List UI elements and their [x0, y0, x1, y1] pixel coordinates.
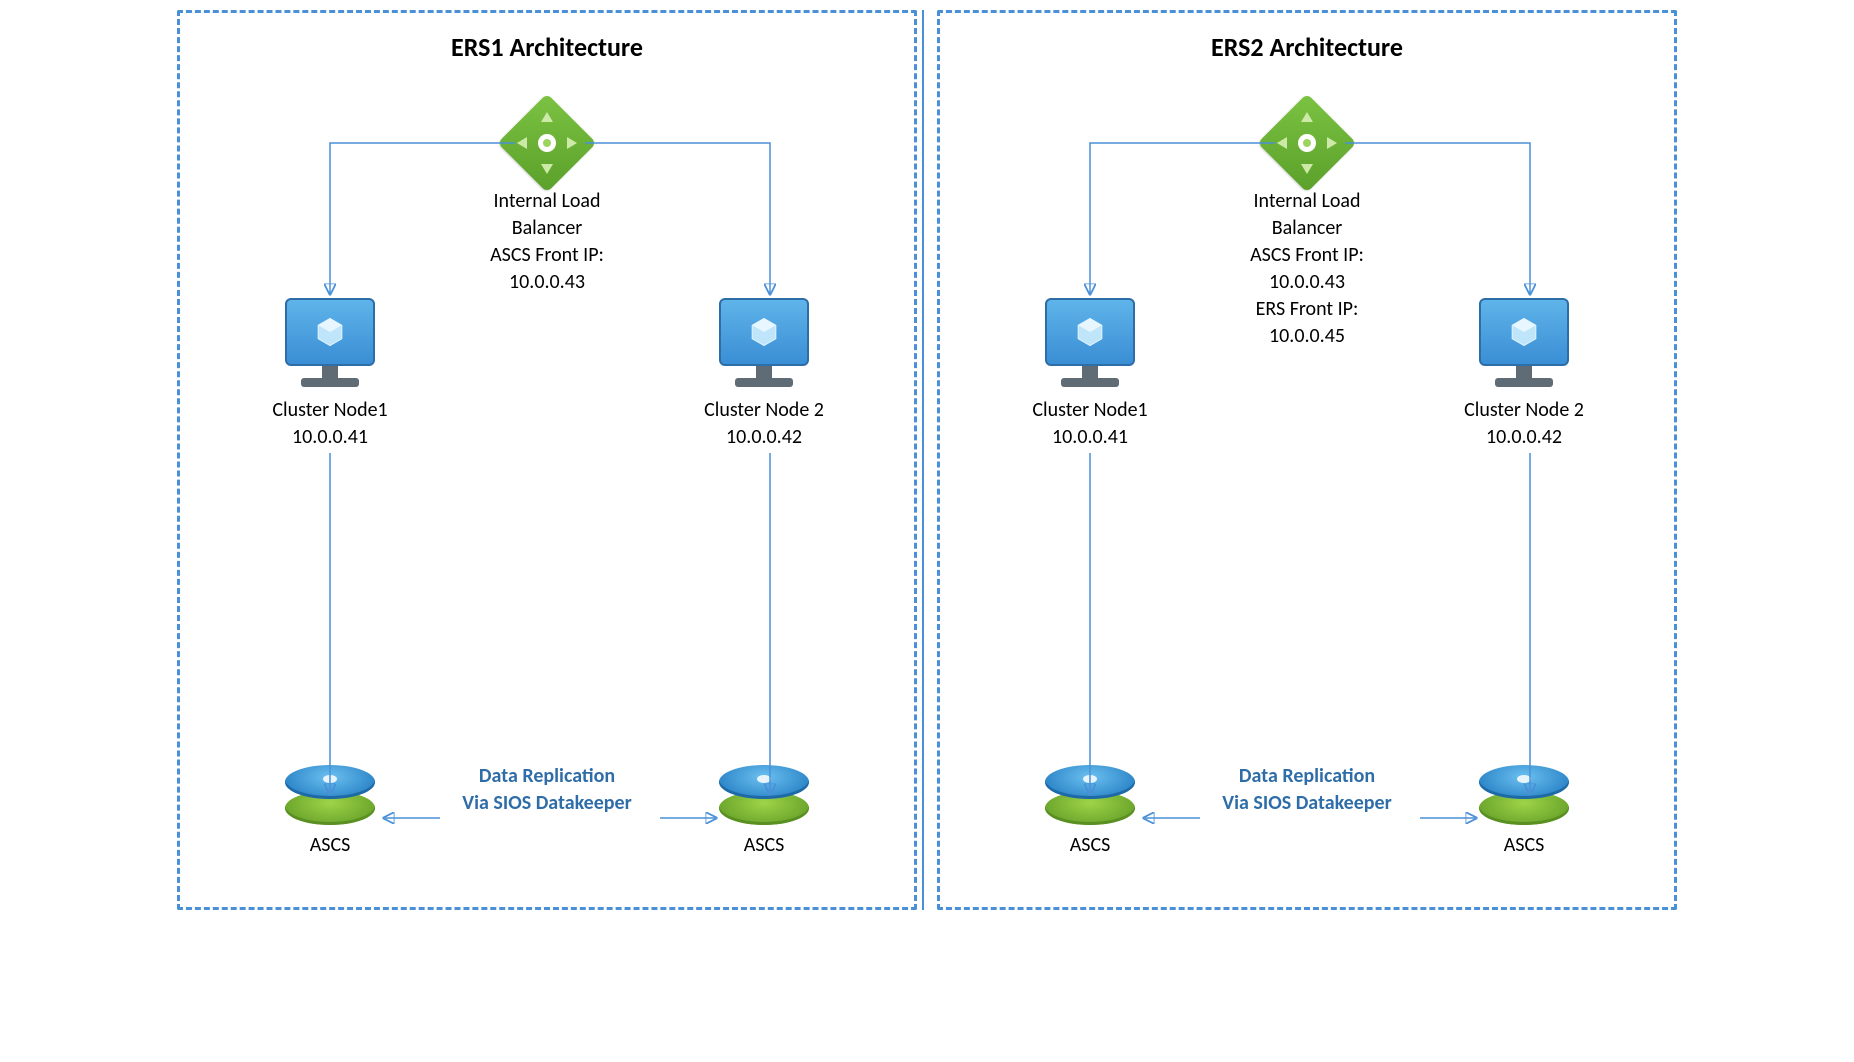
disk-ascs-left: ASCS	[1040, 765, 1140, 857]
panel-title: ERS2 Architecture	[940, 31, 1674, 63]
panel-ers1: ERS1 Architecture Internal Load Balancer…	[177, 10, 917, 910]
cluster-node-1: Cluster Node1 10.0.0.41	[270, 298, 390, 451]
diagram-canvas: ERS1 Architecture Internal Load Balancer…	[167, 0, 1687, 920]
node-ip: 10.0.0.42	[1464, 424, 1584, 451]
disk-label: ASCS	[714, 833, 814, 857]
load-balancer-icon	[1272, 108, 1342, 178]
disk-ascs-right: ASCS	[1474, 765, 1574, 857]
replication-label: Data Replication Via SIOS Datakeeper	[462, 763, 631, 817]
node-ip: 10.0.0.42	[704, 424, 824, 451]
node-name: Cluster Node1	[1030, 397, 1150, 424]
node-ip: 10.0.0.41	[1030, 424, 1150, 451]
disk-label: ASCS	[1474, 833, 1574, 857]
disk-ascs-right: ASCS	[714, 765, 814, 857]
panel-ers2: ERS2 Architecture Internal Load Balancer…	[937, 10, 1677, 910]
disk-label: ASCS	[1040, 833, 1140, 857]
monitor-icon	[1479, 298, 1569, 366]
node-name: Cluster Node 2	[704, 397, 824, 424]
node-name: Cluster Node1	[270, 397, 390, 424]
node-name: Cluster Node 2	[1464, 397, 1584, 424]
monitor-icon	[719, 298, 809, 366]
disk-label: ASCS	[280, 833, 380, 857]
load-balancer-icon	[512, 108, 582, 178]
load-balancer-label: Internal Load Balancer ASCS Front IP: 10…	[1250, 188, 1364, 350]
monitor-icon	[285, 298, 375, 366]
node-ip: 10.0.0.41	[270, 424, 390, 451]
disk-ascs-left: ASCS	[280, 765, 380, 857]
panel-title: ERS1 Architecture	[180, 31, 914, 63]
load-balancer-label: Internal Load Balancer ASCS Front IP: 10…	[490, 188, 604, 296]
replication-label: Data Replication Via SIOS Datakeeper	[1222, 763, 1391, 817]
monitor-icon	[1045, 298, 1135, 366]
cluster-node-2: Cluster Node 2 10.0.0.42	[1464, 298, 1584, 451]
panel-divider	[922, 10, 924, 910]
cluster-node-2: Cluster Node 2 10.0.0.42	[704, 298, 824, 451]
cluster-node-1: Cluster Node1 10.0.0.41	[1030, 298, 1150, 451]
